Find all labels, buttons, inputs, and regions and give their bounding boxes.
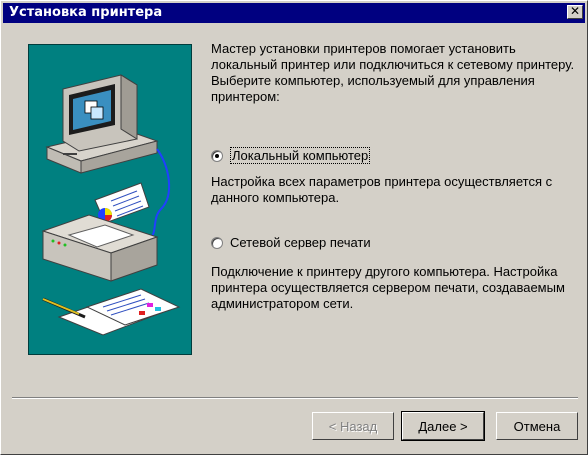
window-title: Установка принтера [9,5,163,20]
illustration-art [41,74,181,336]
back-button[interactable]: < Назад [312,412,394,440]
documents-icon [42,288,181,336]
cancel-button[interactable]: Отмена [496,412,578,440]
close-icon[interactable]: ✕ [567,5,583,19]
local-computer-label[interactable]: Локальный компьютер [230,147,371,164]
printer-icon [41,182,159,282]
network-server-description: Подключение к принтеру другого компьютер… [211,264,565,311]
local-computer-radio[interactable] [211,149,223,162]
printer-wizard-window: Установка принтера ✕ Мастер установки пр… [0,0,588,455]
computer-icon [45,74,159,174]
title-bar[interactable]: Установка принтера ✕ [3,3,585,23]
local-computer-option[interactable]: Локальный компьютер [211,147,371,164]
next-button[interactable]: Далее > [401,411,485,441]
network-server-radio[interactable] [211,236,223,249]
network-server-label[interactable]: Сетевой сервер печати [230,235,371,250]
local-computer-description: Настройка всех параметров принтера осуще… [211,174,553,205]
button-separator [12,397,578,399]
wizard-intro-text: Мастер установки принтеров помогает уста… [211,41,575,104]
network-server-option[interactable]: Сетевой сервер печати [211,235,371,250]
wizard-illustration [28,44,192,355]
